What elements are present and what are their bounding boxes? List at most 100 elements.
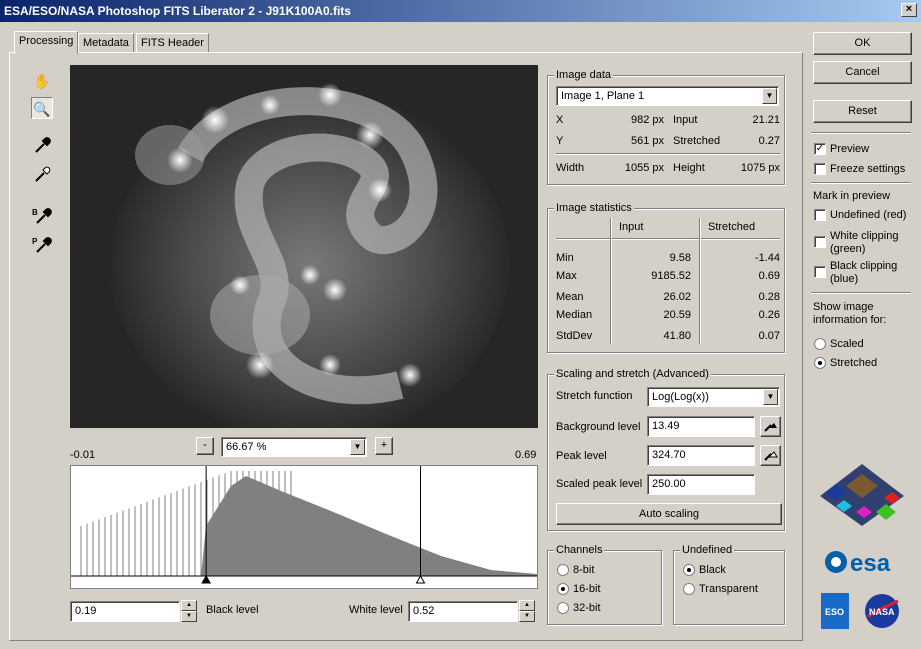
eyedropper-icon[interactable] xyxy=(31,137,53,159)
esa-wordmark: esa xyxy=(850,550,891,577)
svg-text:P: P xyxy=(32,237,38,246)
chevron-down-icon[interactable]: ▼ xyxy=(762,88,777,104)
zoom-icon[interactable]: 🔍 xyxy=(31,97,53,119)
height-value: 1075 px xyxy=(740,162,780,174)
white-level-spinner[interactable]: ▲ ▼ xyxy=(519,600,535,622)
histogram-max-label: 0.69 xyxy=(515,449,537,461)
channel-8bit-radio[interactable] xyxy=(557,564,569,576)
mark-black-clipping-checkbox[interactable] xyxy=(814,266,826,278)
channel-8bit-label: 8-bit xyxy=(573,564,595,576)
hand-icon[interactable]: ✋ xyxy=(31,70,53,92)
width-value: 1055 px xyxy=(624,162,664,174)
white-level-input[interactable]: 0.52 xyxy=(408,601,518,622)
stretched-value: 0.27 xyxy=(758,135,780,147)
stats-col-stretched: Stretched xyxy=(708,221,756,233)
white-level-handle[interactable] xyxy=(415,574,426,584)
black-level-input[interactable]: 0.19 xyxy=(70,601,180,622)
info-scaled-radio[interactable] xyxy=(814,338,826,350)
stats-row-label: StdDev xyxy=(556,330,593,342)
stats-row-input: 9185.52 xyxy=(651,270,691,282)
stats-row-stretched: 0.07 xyxy=(758,330,780,342)
mark-white-clipping-checkbox[interactable] xyxy=(814,236,826,248)
histogram-min-label: -0.01 xyxy=(70,449,96,461)
nasa-logo: NASA xyxy=(864,593,900,629)
background-picker-button[interactable] xyxy=(760,416,781,437)
channel-16bit-radio[interactable] xyxy=(557,583,569,595)
chevron-down-icon[interactable]: ▼ xyxy=(763,389,778,405)
mark-undefined-label: Undefined (red) xyxy=(830,209,907,221)
channel-32bit-radio[interactable] xyxy=(557,602,569,614)
width-label: Width xyxy=(556,162,585,174)
preview-checkbox[interactable]: ✓ xyxy=(814,143,826,155)
stats-col-input: Input xyxy=(619,221,644,233)
fits-liberator-logo xyxy=(816,462,908,528)
spin-up-icon[interactable]: ▲ xyxy=(181,600,197,611)
eso-logo: ESO xyxy=(821,593,849,629)
nasa-wordmark: NASA xyxy=(869,607,895,617)
spin-up-icon[interactable]: ▲ xyxy=(519,600,535,611)
black-level-handle[interactable] xyxy=(201,574,212,584)
input-label: Input xyxy=(673,114,698,126)
mark-white-clipping-label: (green) xyxy=(830,243,866,255)
divider xyxy=(556,238,780,240)
divider xyxy=(811,292,911,294)
stretch-function-label: Stretch function xyxy=(556,390,633,402)
zoom-value: 66.67 % xyxy=(226,441,267,453)
chevron-down-icon[interactable]: ▼ xyxy=(350,439,365,455)
preview-label: Preview xyxy=(830,143,870,155)
tab-metadata[interactable]: Metadata xyxy=(78,33,134,53)
auto-scaling-button[interactable]: Auto scaling xyxy=(556,503,782,525)
eyedropper-icon[interactable] xyxy=(31,166,53,188)
input-value: 21.21 xyxy=(752,114,780,126)
zoom-in-button[interactable]: + xyxy=(375,437,393,455)
ok-button[interactable]: OK xyxy=(813,32,912,55)
stats-row-label: Max xyxy=(556,270,577,282)
stats-row-input: 20.59 xyxy=(663,309,691,321)
spin-down-icon[interactable]: ▼ xyxy=(519,611,535,622)
black-eyedropper-icon[interactable]: B xyxy=(31,206,53,228)
tab-processing[interactable]: Processing xyxy=(14,31,79,54)
undefined-transparent-radio[interactable] xyxy=(683,583,695,595)
peak-eyedropper-icon[interactable]: P xyxy=(31,235,53,257)
mark-black-clipping-label: (blue) xyxy=(830,273,859,285)
mark-undefined-checkbox[interactable] xyxy=(814,209,826,221)
peak-picker-button[interactable] xyxy=(760,445,781,466)
info-scaled-label: Scaled xyxy=(830,338,864,350)
zoom-out-button[interactable]: - xyxy=(196,437,214,455)
scaling-title: Scaling and stretch (Advanced) xyxy=(554,368,711,380)
close-button[interactable]: × xyxy=(901,3,917,17)
histogram[interactable] xyxy=(70,465,538,589)
black-level-spinner[interactable]: ▲ ▼ xyxy=(181,600,197,622)
undefined-title: Undefined xyxy=(680,544,735,556)
spin-down-icon[interactable]: ▼ xyxy=(181,611,197,622)
zoom-select[interactable]: 66.67 % ▼ xyxy=(221,437,367,457)
peak-level-label: Peak level xyxy=(556,450,607,462)
title-bar: ESA/ESO/NASA Photoshop FITS Liberator 2 … xyxy=(0,0,921,22)
freeze-settings-checkbox[interactable] xyxy=(814,163,826,175)
divider xyxy=(811,182,911,184)
stats-row-stretched: 0.26 xyxy=(758,309,780,321)
stats-row-input: 26.02 xyxy=(663,291,691,303)
esa-logo: esa xyxy=(824,547,908,577)
scaled-peak-level-input[interactable]: 250.00 xyxy=(647,474,755,495)
eyedropper-icon xyxy=(762,451,779,466)
tab-fits-header[interactable]: FITS Header xyxy=(136,33,209,53)
cancel-button[interactable]: Cancel xyxy=(813,61,912,84)
image-statistics-title: Image statistics xyxy=(554,202,634,214)
plane-select[interactable]: Image 1, Plane 1 ▼ xyxy=(556,86,779,106)
y-value: 561 px xyxy=(630,135,664,147)
peak-level-input[interactable]: 324.70 xyxy=(647,445,755,466)
background-level-input[interactable]: 13.49 xyxy=(647,416,755,437)
reset-button[interactable]: Reset xyxy=(813,100,912,123)
window-title: ESA/ESO/NASA Photoshop FITS Liberator 2 … xyxy=(4,4,351,18)
info-stretched-radio[interactable] xyxy=(814,357,826,369)
scaled-peak-level-label: Scaled peak level xyxy=(556,478,643,490)
divider xyxy=(556,153,780,155)
image-preview[interactable] xyxy=(70,65,538,428)
stretch-function-value: Log(Log(x)) xyxy=(652,391,709,403)
undefined-black-radio[interactable] xyxy=(683,564,695,576)
show-info-title: information for: xyxy=(813,314,887,326)
channel-32bit-label: 32-bit xyxy=(573,602,601,614)
eyedropper-icon xyxy=(762,423,779,437)
stretch-function-select[interactable]: Log(Log(x)) ▼ xyxy=(647,387,780,407)
